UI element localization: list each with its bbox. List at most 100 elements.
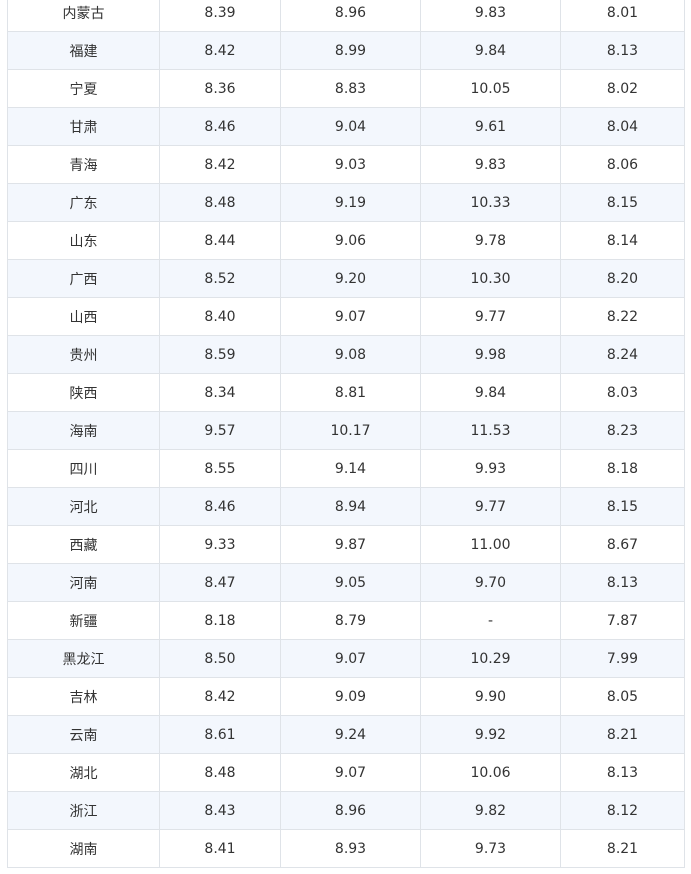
value-cell-1: 8.61 — [159, 715, 281, 754]
value-cell-2: 8.96 — [280, 791, 421, 830]
value-cell-3: 10.05 — [420, 69, 561, 108]
value-cell-2: 8.79 — [280, 601, 421, 640]
table-row: 浙江 8.43 8.96 9.82 8.12 — [7, 791, 685, 830]
value-cell-1: 8.39 — [159, 0, 281, 32]
value-cell-3: 9.93 — [420, 449, 561, 488]
value-cell-4: 8.24 — [560, 335, 685, 374]
value-cell-2: 9.07 — [280, 297, 421, 336]
value-cell-4: 7.87 — [560, 601, 685, 640]
value-cell-2: 10.17 — [280, 411, 421, 450]
region-cell: 陕西 — [7, 373, 160, 412]
value-cell-2: 9.20 — [280, 259, 421, 298]
table-row: 西藏 9.33 9.87 11.00 8.67 — [7, 525, 685, 564]
value-cell-2: 8.94 — [280, 487, 421, 526]
value-cell-2: 9.14 — [280, 449, 421, 488]
value-cell-4: 8.13 — [560, 31, 685, 70]
value-cell-1: 8.48 — [159, 183, 281, 222]
region-cell: 河北 — [7, 487, 160, 526]
value-cell-1: 8.47 — [159, 563, 281, 602]
value-cell-3: 9.77 — [420, 487, 561, 526]
value-cell-1: 8.42 — [159, 677, 281, 716]
table-row: 青海 8.42 9.03 9.83 8.06 — [7, 145, 685, 184]
value-cell-3: 9.77 — [420, 297, 561, 336]
table-row: 湖北 8.48 9.07 10.06 8.13 — [7, 753, 685, 792]
value-cell-3: 9.73 — [420, 829, 561, 868]
value-cell-3: 11.53 — [420, 411, 561, 450]
value-cell-2: 8.96 — [280, 0, 421, 32]
value-cell-1: 8.44 — [159, 221, 281, 260]
region-cell: 四川 — [7, 449, 160, 488]
value-cell-4: 8.20 — [560, 259, 685, 298]
value-cell-2: 9.87 — [280, 525, 421, 564]
table-row: 吉林 8.42 9.09 9.90 8.05 — [7, 677, 685, 716]
value-cell-4: 8.18 — [560, 449, 685, 488]
table-row: 山西 8.40 9.07 9.77 8.22 — [7, 297, 685, 336]
value-cell-2: 9.24 — [280, 715, 421, 754]
value-cell-3: 9.84 — [420, 31, 561, 70]
table-row: 新疆 8.18 8.79-7.87 — [7, 601, 685, 640]
value-cell-4: 8.14 — [560, 221, 685, 260]
table-row: 陕西 8.34 8.81 9.84 8.03 — [7, 373, 685, 412]
table-row: 云南 8.61 9.24 9.92 8.21 — [7, 715, 685, 754]
value-cell-4: 8.13 — [560, 563, 685, 602]
value-cell-1: 8.36 — [159, 69, 281, 108]
value-cell-2: 8.81 — [280, 373, 421, 412]
value-cell-2: 9.05 — [280, 563, 421, 602]
value-cell-4: 8.01 — [560, 0, 685, 32]
value-cell-1: 8.40 — [159, 297, 281, 336]
region-cell: 贵州 — [7, 335, 160, 374]
value-cell-3: 9.84 — [420, 373, 561, 412]
table-row: 内蒙古 8.39 8.96 9.83 8.01 — [7, 0, 685, 32]
region-cell: 浙江 — [7, 791, 160, 830]
value-cell-2: 9.06 — [280, 221, 421, 260]
table-row: 四川 8.55 9.14 9.93 8.18 — [7, 449, 685, 488]
region-cell: 湖北 — [7, 753, 160, 792]
region-cell: 云南 — [7, 715, 160, 754]
table-row: 河南 8.47 9.05 9.70 8.13 — [7, 563, 685, 602]
value-cell-2: 9.03 — [280, 145, 421, 184]
value-cell-3: 9.83 — [420, 145, 561, 184]
region-cell: 青海 — [7, 145, 160, 184]
value-cell-4: 8.05 — [560, 677, 685, 716]
value-cell-4: 8.15 — [560, 183, 685, 222]
value-cell-2: 8.83 — [280, 69, 421, 108]
value-cell-1: 8.46 — [159, 107, 281, 146]
region-cell: 宁夏 — [7, 69, 160, 108]
region-cell: 福建 — [7, 31, 160, 70]
value-cell-1: 8.48 — [159, 753, 281, 792]
table-row: 湖南 8.41 8.93 9.73 8.21 — [7, 829, 685, 868]
region-cell: 新疆 — [7, 601, 160, 640]
value-cell-2: 8.93 — [280, 829, 421, 868]
price-table-body: 内蒙古 8.39 8.96 9.83 8.01 福建 8.42 8.99 9.84 8.13 宁夏 8… — [7, 0, 685, 868]
region-cell: 西藏 — [7, 525, 160, 564]
value-cell-3: 9.98 — [420, 335, 561, 374]
value-cell-2: 9.09 — [280, 677, 421, 716]
table-row: 广西 8.52 9.20 10.30 8.20 — [7, 259, 685, 298]
value-cell-2: 9.07 — [280, 639, 421, 678]
region-cell: 广西 — [7, 259, 160, 298]
value-cell-4: 8.02 — [560, 69, 685, 108]
region-cell: 广东 — [7, 183, 160, 222]
value-cell-3: 9.70 — [420, 563, 561, 602]
value-cell-3: 9.92 — [420, 715, 561, 754]
value-cell-1: 8.59 — [159, 335, 281, 374]
value-cell-4: 7.99 — [560, 639, 685, 678]
value-cell-4: 8.13 — [560, 753, 685, 792]
region-cell: 河南 — [7, 563, 160, 602]
value-cell-3: 10.30 — [420, 259, 561, 298]
price-table: 内蒙古 8.39 8.96 9.83 8.01 福建 8.42 8.99 9.84 8.13 宁夏 8… — [7, 0, 685, 868]
value-cell-4: 8.22 — [560, 297, 685, 336]
region-cell: 吉林 — [7, 677, 160, 716]
table-row: 海南 9.57 10.17 11.53 8.23 — [7, 411, 685, 450]
table-row: 广东 8.48 9.19 10.33 8.15 — [7, 183, 685, 222]
value-cell-4: 8.04 — [560, 107, 685, 146]
region-cell: 海南 — [7, 411, 160, 450]
value-cell-2: 9.08 — [280, 335, 421, 374]
region-cell: 山西 — [7, 297, 160, 336]
value-cell-1: 8.34 — [159, 373, 281, 412]
value-cell-2: 9.04 — [280, 107, 421, 146]
value-cell-2: 9.07 — [280, 753, 421, 792]
table-row: 山东 8.44 9.06 9.78 8.14 — [7, 221, 685, 260]
region-cell: 甘肃 — [7, 107, 160, 146]
value-cell-3: 10.33 — [420, 183, 561, 222]
